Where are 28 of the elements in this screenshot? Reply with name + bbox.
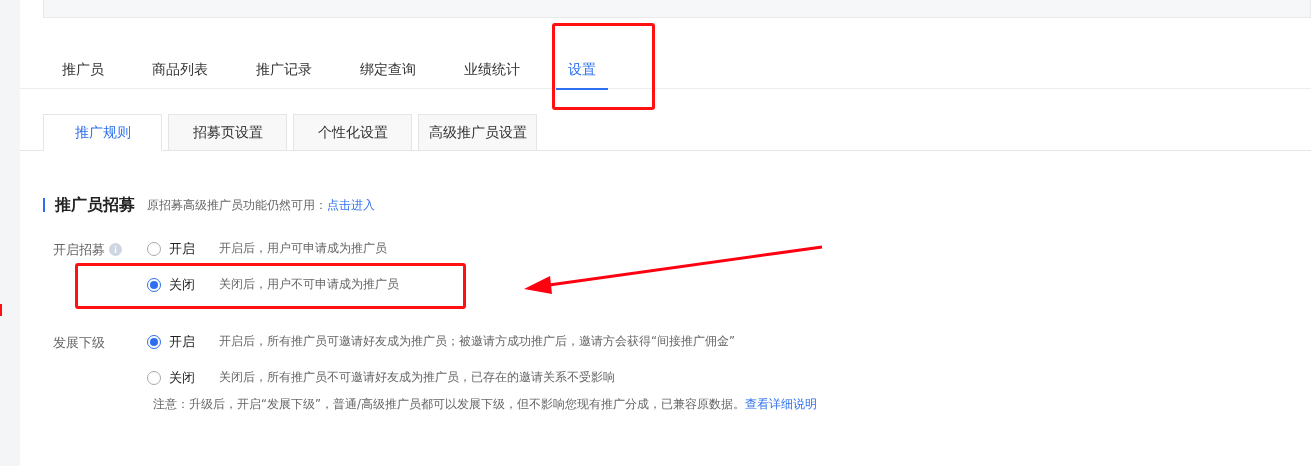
sub-tab[interactable]: 推广规则	[43, 114, 162, 151]
tab[interactable]: 绑定查询	[348, 49, 428, 89]
option-description: 关闭后，所有推广员不可邀请好友成为推广员，已存在的邀请关系不受影响	[219, 369, 615, 387]
edge-mark	[0, 304, 2, 316]
tab[interactable]: 商品列表	[140, 49, 220, 89]
tab[interactable]: 推广员	[50, 49, 116, 89]
setting-label: 开启招募	[53, 241, 105, 259]
section-title: 推广员招募	[55, 194, 135, 216]
option-label: 关闭	[169, 276, 196, 295]
tab[interactable]: 业绩统计	[452, 49, 532, 89]
sub-tab[interactable]: 高级推广员设置	[418, 114, 537, 151]
hint-text: 原招募高级推广员功能仍然可用：	[147, 197, 327, 214]
details-link[interactable]: 查看详细说明	[744, 396, 817, 414]
tab[interactable]: 推广记录	[244, 49, 324, 89]
option-label: 开启	[169, 333, 196, 352]
tab[interactable]: 设置	[556, 49, 608, 89]
accent-bar	[43, 198, 45, 212]
option-label: 开启	[169, 240, 196, 259]
enter-link[interactable]: 点击进入	[327, 196, 375, 214]
option-description: 开启后，用户可申请成为推广员	[219, 240, 387, 258]
option-description: 关闭后，用户不可申请成为推广员	[219, 276, 399, 294]
note-text: 注意：升级后，开启“发展下级”，普通/高级推广员都可以发展下级，但不影响您现有推广分成，已兼容原数据。	[153, 396, 745, 413]
option-description: 开启后，所有推广员可邀请好友成为推广员；被邀请方成功推广后，邀请方会获得“间接推广佣金”	[219, 333, 735, 351]
arrow-icon	[522, 244, 824, 294]
setting-label: 发展下级	[53, 334, 105, 352]
option-label: 关闭	[169, 369, 196, 388]
sub-tab[interactable]: 招募页设置	[168, 114, 287, 151]
sub-tab[interactable]: 个性化设置	[293, 114, 412, 151]
